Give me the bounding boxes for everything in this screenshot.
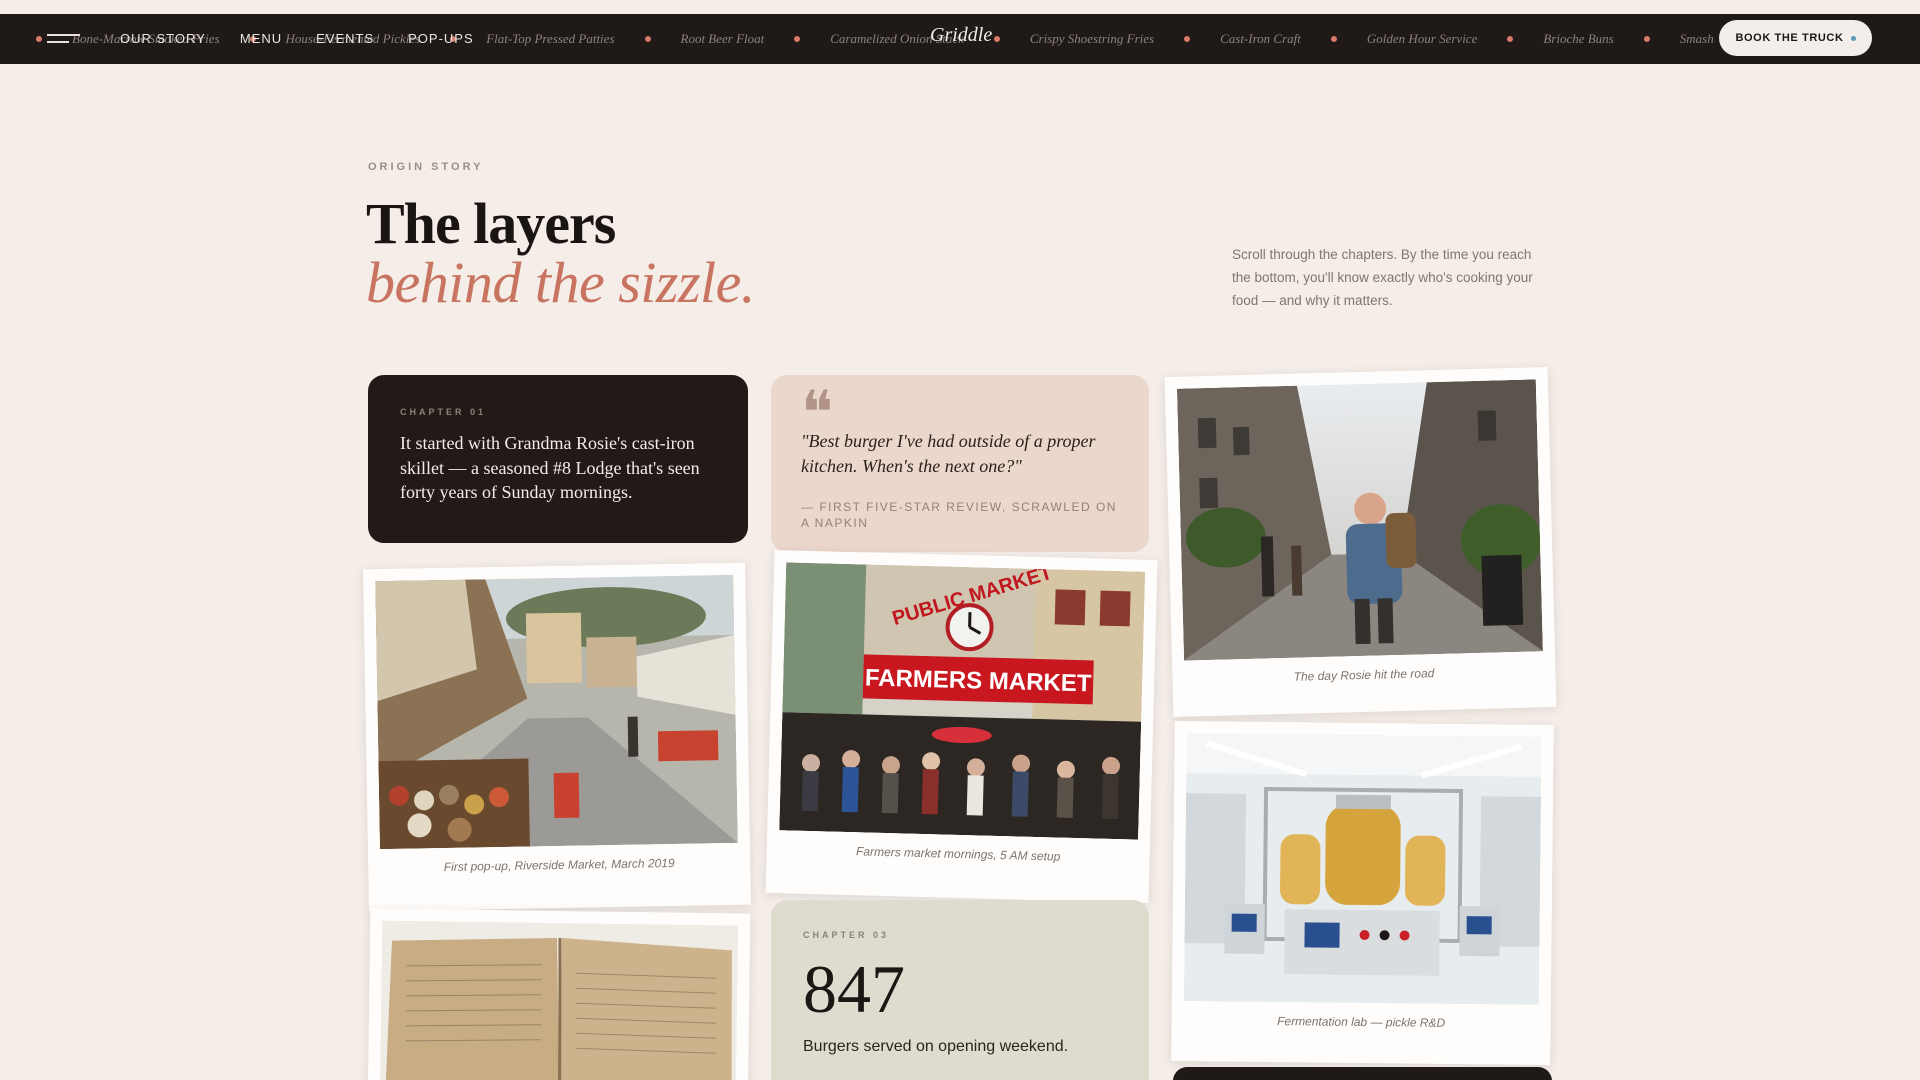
quote-attribution: — FIRST FIVE-STAR REVIEW, SCRAWLED ON A … <box>801 500 1117 530</box>
brand-logo[interactable]: Griddle <box>930 24 992 47</box>
photo-farmers-market[interactable]: PUBLIC MARKET FARMERS MARKET Farmers mar… <box>765 550 1158 903</box>
chapter-text: It started with Grandma Rosie's cast-iro… <box>400 433 700 502</box>
navbar: Bone-Marrow Smoked Fries House-Fermented… <box>0 14 1920 64</box>
nav-link-menu[interactable]: MENU <box>240 31 282 46</box>
road-trip-photo <box>1176 379 1543 661</box>
photo-road-trip[interactable]: The day Rosie hit the road <box>1164 367 1557 717</box>
chapter-03-card: CHAPTER 03 847 Burgers served on opening… <box>771 900 1149 1080</box>
primary-nav: OUR STORY MENU EVENTS POP-UPS <box>120 31 508 46</box>
quote-mark-icon: ❝ <box>801 380 834 446</box>
farmers-market-photo: PUBLIC MARKET FARMERS MARKET <box>779 562 1146 840</box>
photo-recipe-notebook[interactable] <box>367 908 751 1080</box>
chapter-label: CHAPTER 03 <box>803 930 890 940</box>
book-the-truck-label: BOOK THE TRUCK <box>1735 32 1844 44</box>
page-title: The layers <box>366 191 616 256</box>
quote-text: "Best burger I've had outside of a prope… <box>801 431 1096 476</box>
status-dot-icon <box>1850 35 1856 41</box>
section-eyebrow: ORIGIN STORY <box>368 161 484 173</box>
fermentation-lab-photo <box>1183 733 1542 1005</box>
chapter-label: CHAPTER 01 <box>400 407 487 417</box>
stat-caption: Burgers served on opening weekend. <box>803 1038 1069 1055</box>
stat-number: 847 <box>803 951 905 1027</box>
photo-fermentation-lab[interactable]: Fermentation lab — pickle R&D <box>1171 721 1554 1065</box>
next-chapter-card <box>1173 1067 1552 1080</box>
intro-text: Scroll through the chapters. By the time… <box>1232 247 1533 308</box>
riverside-market-photo <box>375 574 738 850</box>
photo-riverside-market[interactable]: First pop-up, Riverside Market, March 20… <box>363 562 751 912</box>
nav-link-pop-ups[interactable]: POP-UPS <box>408 31 474 46</box>
nav-link-events[interactable]: EVENTS <box>316 31 374 46</box>
page-title-accent: behind the sizzle. <box>366 250 755 315</box>
book-the-truck-button[interactable]: BOOK THE TRUCK <box>1719 20 1872 56</box>
nav-link-our-story[interactable]: OUR STORY <box>120 31 206 46</box>
recipe-notebook-photo <box>379 920 739 1080</box>
review-quote-card: ❝ "Best burger I've had outside of a pro… <box>771 375 1149 552</box>
photo-caption: Fermentation lab — pickle R&D <box>1277 1014 1446 1030</box>
chapter-01-card: CHAPTER 01 It started with Grandma Rosie… <box>368 375 748 543</box>
nav-overlay: OUR STORY MENU EVENTS POP-UPS Griddle BO… <box>0 14 1920 64</box>
top-strip <box>0 0 1920 14</box>
hamburger-menu-icon[interactable] <box>47 34 80 46</box>
